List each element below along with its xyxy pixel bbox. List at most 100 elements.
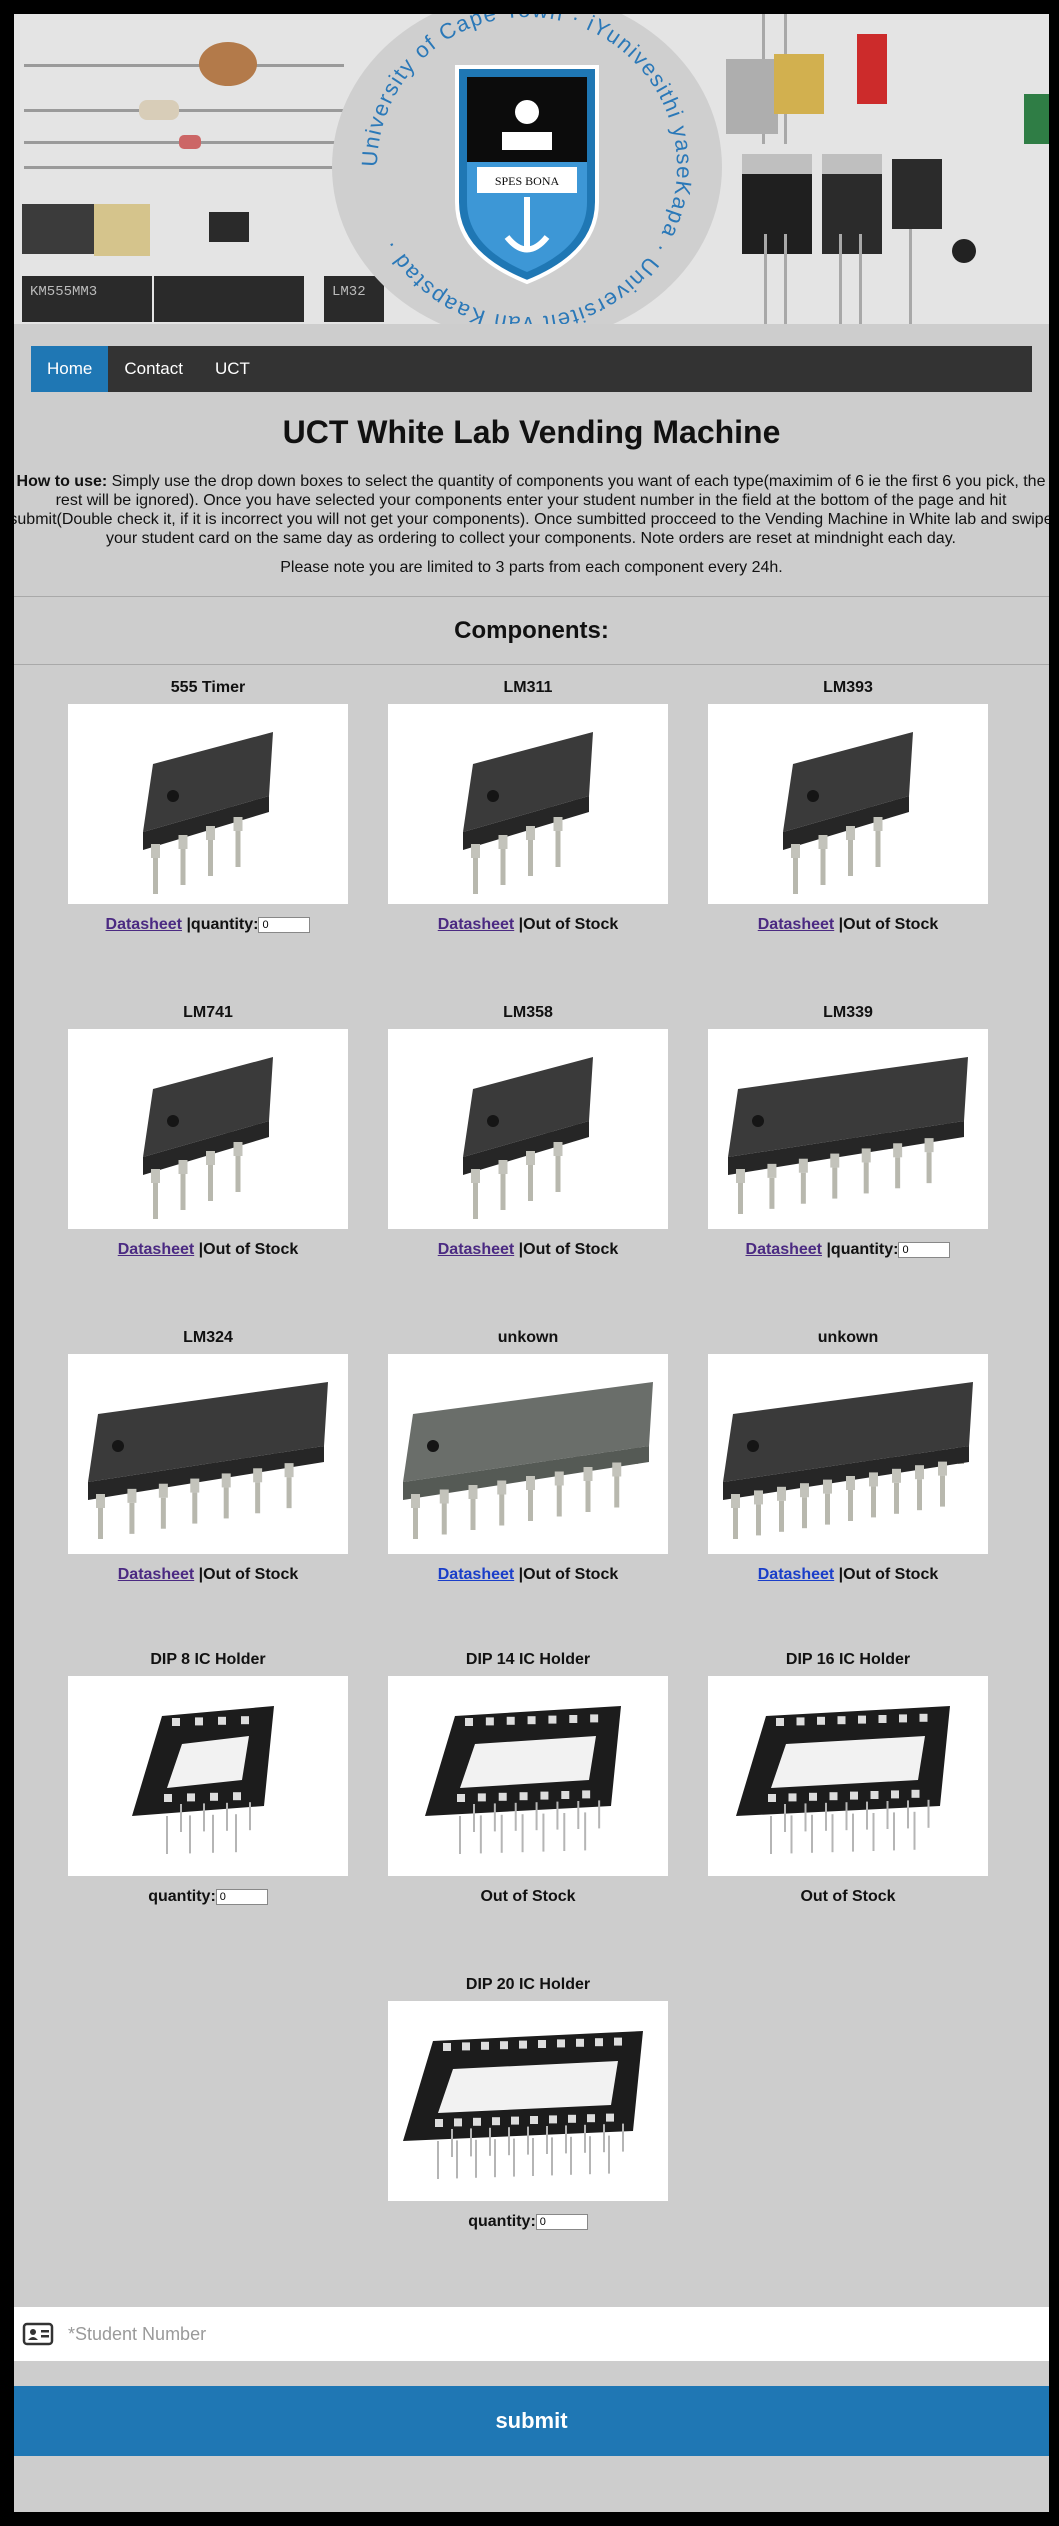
- stock-status: Out of Stock: [203, 1241, 299, 1258]
- datasheet-link[interactable]: Datasheet: [118, 1241, 194, 1258]
- component-name: DIP 16 IC Holder: [785, 1651, 911, 1668]
- transistor-image: [892, 159, 942, 229]
- component-footer: Datasheet |Out of Stock: [688, 1565, 1008, 1585]
- component-lead: [909, 229, 912, 324]
- how-to-use-label: How to use:: [16, 473, 108, 490]
- datasheet-link[interactable]: Datasheet: [758, 1566, 834, 1583]
- datasheet-link[interactable]: Datasheet: [438, 916, 514, 933]
- component-image: [388, 1676, 668, 1876]
- capacitor-image: [199, 42, 257, 86]
- component-name: unkown: [817, 1329, 879, 1346]
- separator: |: [182, 916, 191, 933]
- quantity-label: quantity:: [190, 916, 259, 933]
- separator: |: [834, 1566, 844, 1583]
- component-name: DIP 8 IC Holder: [150, 1651, 266, 1668]
- component-lead: [784, 234, 787, 324]
- nav-item-uct[interactable]: UCT: [199, 346, 266, 392]
- divider: [14, 664, 1049, 665]
- datasheet-link[interactable]: Datasheet: [106, 916, 182, 933]
- stock-status: Out of Stock: [480, 1888, 576, 1905]
- crystal-image: [94, 204, 150, 256]
- separator: |: [834, 916, 844, 933]
- page: KM555MM3 LM32 University of Cape Town · …: [14, 14, 1049, 2512]
- resistor-image: [179, 135, 201, 149]
- component-card: LM324 Datasheet |Out of Stock: [48, 1328, 368, 1583]
- component-card: LM311 Datasheet |Out of Stock: [368, 678, 688, 933]
- component-footer: quantity:: [48, 1887, 368, 1907]
- transistor-image: [209, 212, 249, 242]
- quantity-input[interactable]: [898, 1241, 951, 1258]
- component-name: LM324: [183, 1329, 233, 1346]
- component-image: [68, 704, 348, 904]
- stock-status: Out of Stock: [523, 916, 619, 933]
- separator: |: [514, 1241, 524, 1258]
- component-footer: quantity:: [368, 2212, 688, 2232]
- component-name: DIP 20 IC Holder: [465, 1976, 591, 1993]
- separator: |: [822, 1241, 831, 1258]
- component-name: DIP 14 IC Holder: [465, 1651, 591, 1668]
- component-card: DIP 14 IC Holder Out of Stock: [368, 1650, 688, 1905]
- datasheet-link[interactable]: Datasheet: [758, 916, 834, 933]
- component-image: [708, 1676, 988, 1876]
- component-image: [388, 2001, 668, 2201]
- datasheet-link[interactable]: Datasheet: [746, 1241, 822, 1258]
- page-title: UCT White Lab Vending Machine: [282, 414, 781, 450]
- limit-note: Please note you are limited to 3 parts f…: [280, 559, 783, 576]
- datasheet-link[interactable]: Datasheet: [438, 1566, 514, 1583]
- component-card: DIP 8 IC Holder quantity:: [48, 1650, 368, 1905]
- separator: |: [514, 1566, 524, 1583]
- separator: |: [194, 1566, 204, 1583]
- component-card: LM741 Datasheet |Out of Stock: [48, 1003, 368, 1258]
- component-image: [68, 1354, 348, 1554]
- datasheet-link[interactable]: Datasheet: [118, 1566, 194, 1583]
- component-footer: Datasheet |Out of Stock: [368, 1240, 688, 1260]
- chip-image: KM555MM3: [22, 276, 152, 322]
- component-footer: Datasheet |Out of Stock: [48, 1565, 368, 1585]
- component-footer: Datasheet |quantity:: [48, 915, 368, 935]
- quantity-label: quantity:: [468, 2213, 536, 2230]
- student-number-field: [14, 2307, 1049, 2361]
- component-name: LM339: [823, 1004, 873, 1021]
- stock-status: Out of Stock: [843, 916, 939, 933]
- component-card: LM358 Datasheet |Out of Stock: [368, 1003, 688, 1258]
- component-name: LM358: [503, 1004, 553, 1021]
- transistor-image: [822, 154, 882, 254]
- separator: |: [514, 916, 524, 933]
- component-footer: Datasheet |quantity:: [688, 1240, 1008, 1260]
- quantity-label: quantity:: [148, 1888, 216, 1905]
- separator: |: [194, 1241, 204, 1258]
- stock-status: Out of Stock: [523, 1566, 619, 1583]
- component-name: 555 Timer: [170, 679, 246, 696]
- component-name: LM393: [823, 679, 873, 696]
- component-lead: [764, 234, 767, 324]
- quantity-input[interactable]: [258, 916, 311, 933]
- component-card: unkown Datasheet |Out of Stock: [688, 1328, 1008, 1583]
- student-number-input[interactable]: [66, 2322, 970, 2346]
- stock-status: Out of Stock: [843, 1566, 939, 1583]
- quantity-label: quantity:: [830, 1241, 899, 1258]
- component-image: [388, 1354, 668, 1554]
- quantity-input[interactable]: [535, 2213, 588, 2230]
- component-card: LM339 Datasheet |quantity:: [688, 1003, 1008, 1258]
- component-footer: Datasheet |Out of Stock: [368, 915, 688, 935]
- component-lead: [24, 64, 344, 67]
- component-image: [708, 1029, 988, 1229]
- component-name: LM311: [503, 679, 553, 696]
- component-card: DIP 16 IC Holder Out of Stock: [688, 1650, 1008, 1905]
- component-lead: [839, 234, 842, 324]
- component-footer: Out of Stock: [368, 1887, 688, 1907]
- stock-status: Out of Stock: [203, 1566, 299, 1583]
- submit-button[interactable]: submit: [14, 2386, 1049, 2456]
- quantity-input[interactable]: [215, 1888, 268, 1905]
- nav-item-contact[interactable]: Contact: [108, 346, 199, 392]
- component-image: [1024, 94, 1049, 144]
- component-card: unkown Datasheet |Out of Stock: [368, 1328, 688, 1583]
- component-image: [388, 1029, 668, 1229]
- header-banner: KM555MM3 LM32 University of Cape Town · …: [14, 14, 1049, 324]
- component-image: [708, 704, 988, 904]
- stock-status: Out of Stock: [523, 1241, 619, 1258]
- component-lead: [24, 166, 344, 169]
- datasheet-link[interactable]: Datasheet: [438, 1241, 514, 1258]
- nav-item-home[interactable]: Home: [31, 346, 109, 392]
- component-name: unkown: [497, 1329, 559, 1346]
